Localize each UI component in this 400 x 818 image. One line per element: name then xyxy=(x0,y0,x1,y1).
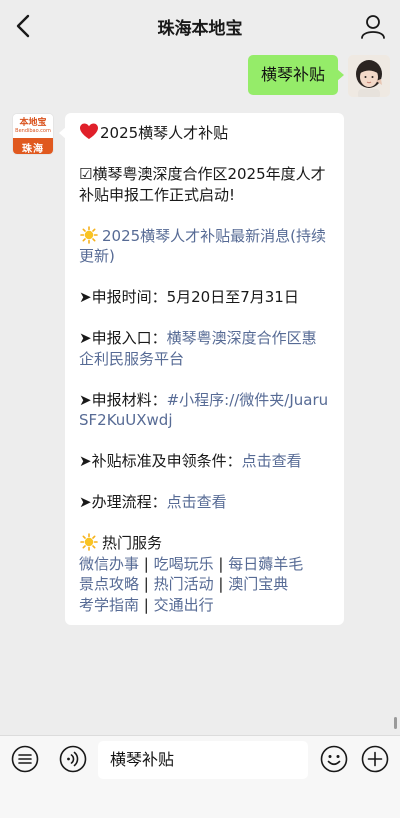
standard-link[interactable]: 点击查看 xyxy=(242,452,302,470)
apply-entry-line: ➤申报入口：横琴粤澳深度合作区惠企利民服务平台 xyxy=(79,328,330,369)
process-line: ➤办理流程：点击查看 xyxy=(79,492,330,513)
hot-link-deals[interactable]: 每日薅羊毛 xyxy=(228,555,303,573)
outgoing-message: 横琴补贴 xyxy=(247,55,390,97)
apply-time-value: 5月20日至7月31日 xyxy=(166,288,299,306)
hot-link-macau[interactable]: 澳门宝典 xyxy=(228,575,288,593)
separator: | xyxy=(139,595,154,614)
apply-time-line: ➤申报时间：5月20日至7月31日 xyxy=(79,287,330,308)
latest-news-link[interactable]: 2025横琴人才补贴最新消息(持续更新) xyxy=(79,227,326,266)
menu-list-icon[interactable] xyxy=(11,745,39,773)
message-input[interactable]: 横琴补贴 xyxy=(98,741,308,779)
scrollbar-thumb[interactable] xyxy=(394,717,397,729)
apply-time-label: ➤申报时间： xyxy=(79,288,167,306)
process-link[interactable]: 点击查看 xyxy=(167,493,227,511)
voice-icon[interactable] xyxy=(59,745,87,773)
sun-icon xyxy=(80,225,98,244)
input-bar: 横琴补贴 xyxy=(0,735,400,818)
plus-icon[interactable] xyxy=(361,745,389,773)
hot-link-traffic[interactable]: 交通出行 xyxy=(154,596,214,614)
chat-header: 珠海本地宝 xyxy=(0,0,400,52)
logo-city: 珠海 xyxy=(13,138,53,154)
separator: | xyxy=(139,554,154,573)
sender-avatar[interactable]: 本地宝 Bendibao.com 珠海 xyxy=(12,113,54,155)
hot-link-food[interactable]: 吃喝玩乐 xyxy=(154,555,214,573)
user-avatar[interactable] xyxy=(348,55,390,97)
hot-services-title: 热门服务 xyxy=(102,534,163,552)
logo-domain: Bendibao.com xyxy=(15,128,51,134)
hot-link-wechat[interactable]: 微信办事 xyxy=(79,555,139,573)
chat-title: 珠海本地宝 xyxy=(157,18,243,39)
announcement: ☑横琴粤澳深度合作区2025年度人才补贴申报工作正式启动! xyxy=(79,165,326,204)
latest-news-line: 2025横琴人才补贴最新消息(持续更新) xyxy=(79,225,330,267)
heart-icon xyxy=(80,123,98,139)
message-title: 2025横琴人才补贴 xyxy=(100,124,229,142)
apply-entry-label: ➤申报入口： xyxy=(79,329,167,347)
separator: | xyxy=(139,575,154,593)
standard-line: ➤补贴标准及申领条件：点击查看 xyxy=(79,451,330,472)
separator: | xyxy=(213,554,229,573)
profile-icon[interactable] xyxy=(360,13,386,39)
standard-label: ➤补贴标准及申领条件： xyxy=(79,452,242,470)
hot-link-exam[interactable]: 考学指南 xyxy=(79,596,139,614)
back-arrow-icon[interactable] xyxy=(8,10,38,42)
incoming-bubble: 2025横琴人才补贴 ☑横琴粤澳深度合作区2025年度人才补贴申报工作正式启动!… xyxy=(59,113,344,625)
message-title-line: 2025横琴人才补贴 xyxy=(79,123,330,144)
process-label: ➤办理流程： xyxy=(79,493,167,511)
hot-services-title-line: 热门服务 xyxy=(79,533,330,554)
logo-top: 本地宝 Bendibao.com xyxy=(13,114,53,138)
hot-link-events[interactable]: 热门活动 xyxy=(154,575,214,593)
logo-brand: 本地宝 xyxy=(19,118,47,128)
hot-services-links: 微信办事 | 吃喝玩乐 | 每日薅羊毛景点攻略 | 热门活动 | 澳门宝典考学指… xyxy=(79,554,330,616)
materials-line: ➤申报材料：#小程序://微件夹/JuaruSF2KuUXwdj xyxy=(79,390,330,431)
separator: | xyxy=(213,575,229,593)
hot-link-attractions[interactable]: 景点攻略 xyxy=(79,575,139,593)
materials-label: ➤申报材料： xyxy=(79,390,167,409)
user-avatar-image xyxy=(348,55,390,97)
sun-icon xyxy=(80,533,98,551)
outgoing-bubble[interactable]: 横琴补贴 xyxy=(247,55,345,95)
emoji-icon[interactable] xyxy=(320,745,348,773)
